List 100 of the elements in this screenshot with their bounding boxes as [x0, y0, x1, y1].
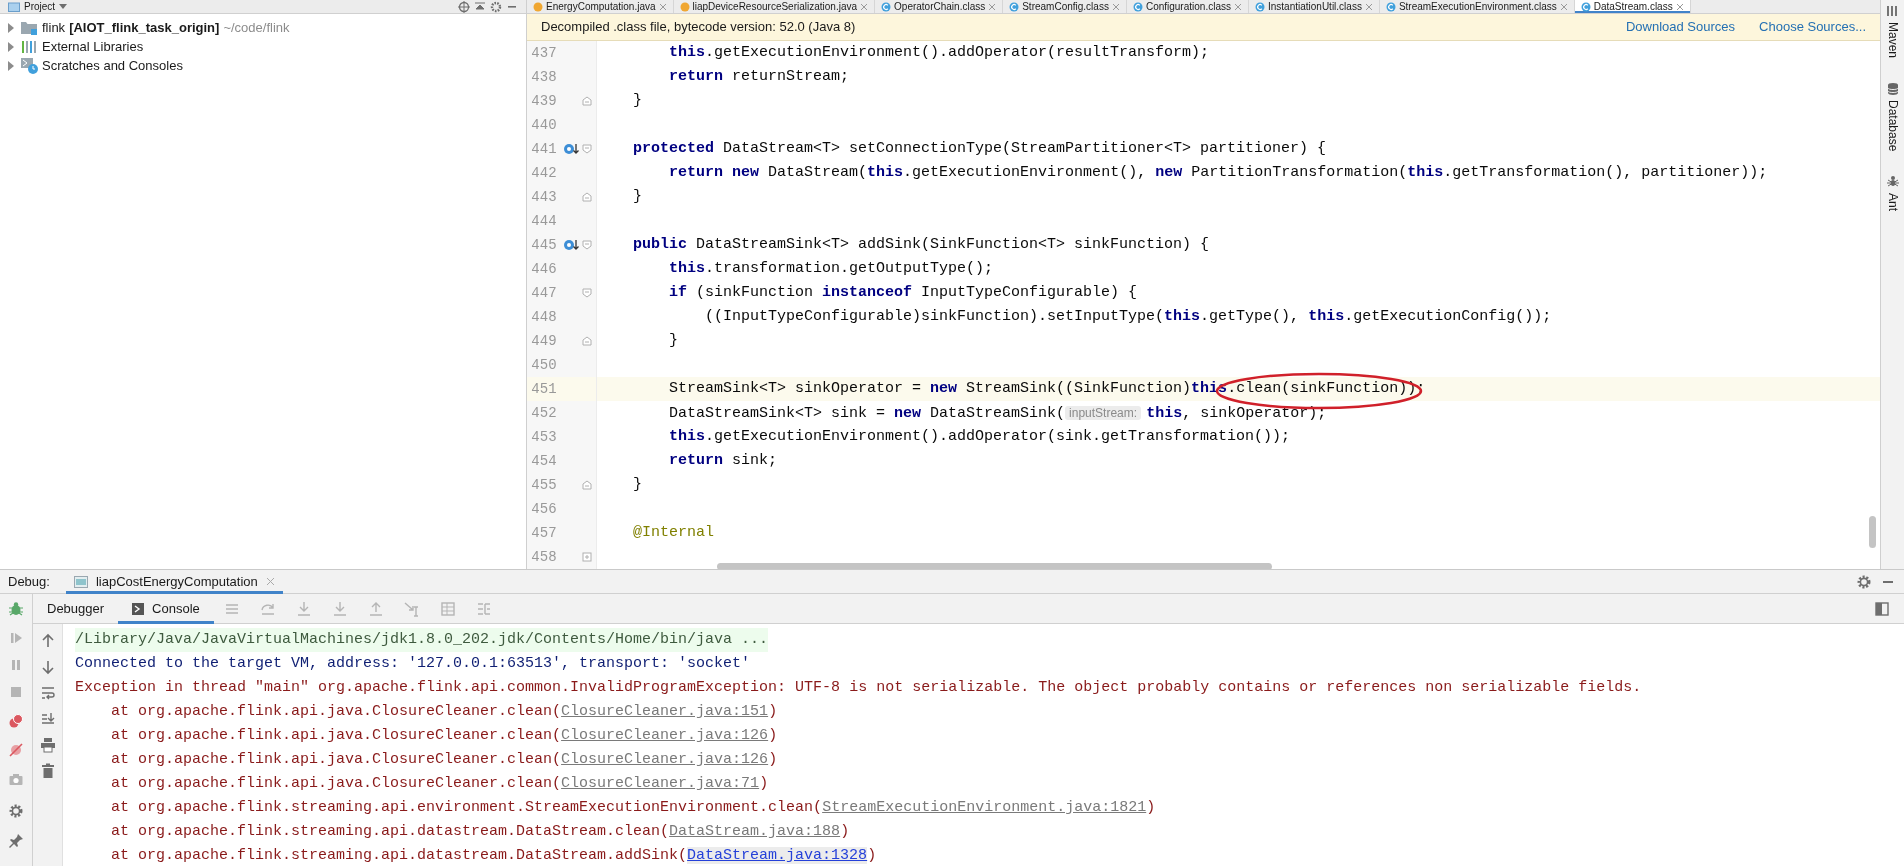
editor-tab[interactable]: StreamExecutionEnvironment.class: [1379, 0, 1575, 13]
line-number: 446: [531, 261, 557, 277]
fold-marker-icon[interactable]: [582, 96, 593, 106]
soft-wrap-icon[interactable]: [39, 685, 56, 701]
fold-marker-icon[interactable]: [582, 240, 593, 250]
line-number: 455: [531, 477, 557, 493]
editor-tab[interactable]: Configuration.class: [1126, 0, 1249, 13]
run-to-cursor-icon[interactable]: [403, 600, 420, 617]
class-file-icon: [1132, 1, 1143, 12]
banner-link[interactable]: Download Sources: [1625, 17, 1736, 37]
close-icon[interactable]: [988, 2, 997, 11]
code-line: ((InputTypeConfigurable)sinkFunction).setInputType(this.getType(), this.getExecutionConfig());: [705, 308, 1552, 325]
settings-icon[interactable]: [490, 0, 502, 13]
source-link[interactable]: ClosureCleaner.java:71: [561, 775, 760, 792]
line-number: 457: [531, 525, 557, 541]
locate-icon[interactable]: [458, 0, 470, 13]
collapse-all-icon[interactable]: [474, 0, 486, 13]
evaluate-icon[interactable]: [439, 600, 456, 617]
folder-icon: [8, 1, 20, 12]
editor-tab[interactable]: EnergyComputation.java: [527, 0, 674, 13]
resume-icon[interactable]: [8, 630, 24, 646]
close-icon[interactable]: [265, 577, 275, 586]
source-link[interactable]: StreamExecutionEnvironment.java:1821: [822, 799, 1147, 816]
source-link[interactable]: ClosureCleaner.java:126: [561, 751, 769, 768]
console-line: at org.apache.flink.api.java.ClosureCleaner.clean(ClosureCleaner.java:71): [110, 775, 769, 792]
tree-item-label[interactable]: flink: [42, 17, 66, 38]
step-out-icon[interactable]: [367, 600, 384, 617]
pin-icon[interactable]: [8, 833, 24, 849]
down-arrow-icon[interactable]: [39, 659, 56, 675]
code-line: this.transformation.getOutputType();: [669, 260, 994, 277]
scroll-to-end-icon[interactable]: [39, 711, 56, 727]
editor-tab[interactable]: InstantiationUtil.class: [1248, 0, 1380, 13]
tool-window-label[interactable]: Ant: [1883, 193, 1902, 212]
settings-icon[interactable]: [1856, 573, 1872, 590]
code-line: if (sinkFunction instanceof InputTypeConfigurable) {: [669, 284, 1138, 301]
trash-icon[interactable]: [39, 763, 56, 779]
fold-marker-icon[interactable]: [582, 336, 593, 346]
print-icon[interactable]: [39, 737, 56, 753]
trace-icon[interactable]: [475, 600, 492, 617]
fold-marker-icon[interactable]: [582, 192, 593, 202]
tool-window-label[interactable]: Maven: [1883, 22, 1902, 59]
scrollbar-thumb[interactable]: [1869, 516, 1876, 548]
expand-caret-icon[interactable]: [6, 22, 16, 33]
close-icon[interactable]: [1111, 2, 1120, 11]
override-marker-icon[interactable]: [563, 238, 580, 252]
override-marker-icon[interactable]: [563, 142, 580, 156]
code-line: }: [633, 188, 642, 205]
dropdown-caret-icon[interactable]: [59, 3, 68, 10]
session-tab[interactable]: liapCostEnergyComputation: [65, 569, 283, 594]
banner-link[interactable]: Choose Sources...: [1759, 17, 1866, 37]
line-number: 449: [531, 333, 557, 349]
editor-tab[interactable]: DataStream.class: [1574, 0, 1691, 13]
scrollbar-thumb[interactable]: [717, 563, 1272, 569]
expand-caret-icon[interactable]: [6, 41, 16, 52]
fold-marker-icon[interactable]: [582, 480, 593, 490]
console-line: at org.apache.flink.streaming.api.datastream.DataStream.addSink(DataStream.java:1328): [110, 847, 877, 864]
code-line: DataStreamSink<T> sink = new DataStreamSink(: [669, 405, 1066, 422]
panel-title: Project: [24, 0, 56, 13]
debug-tab[interactable]: Console: [118, 593, 214, 624]
stop-icon[interactable]: [8, 684, 24, 700]
editor-tab[interactable]: StreamConfig.class: [1003, 0, 1127, 13]
line-number: 456: [531, 501, 557, 517]
mute-breakpoints-icon[interactable]: [8, 742, 24, 758]
code-line: }: [633, 92, 642, 109]
force-step-into-icon[interactable]: [331, 600, 348, 617]
console-icon: [132, 602, 145, 615]
source-link[interactable]: ClosureCleaner.java:126: [561, 727, 769, 744]
fold-marker-icon[interactable]: [582, 288, 593, 298]
breakpoints-icon[interactable]: [8, 713, 24, 729]
tool-window-label[interactable]: Database: [1883, 100, 1902, 152]
editor-tab[interactable]: OperatorChain.class: [875, 0, 1004, 13]
source-link[interactable]: DataStream.java:188: [669, 823, 841, 840]
close-icon[interactable]: [860, 2, 869, 11]
camera-icon[interactable]: [8, 772, 24, 788]
line-number: 444: [531, 213, 557, 229]
close-icon[interactable]: [1364, 2, 1373, 11]
close-icon[interactable]: [1233, 2, 1242, 11]
settings-icon[interactable]: [8, 803, 24, 819]
step-into-icon[interactable]: [295, 600, 312, 617]
tree-item-label[interactable]: Scratches and Consoles: [42, 55, 183, 76]
editor-tab[interactable]: liapDeviceResourceSerialization.java: [673, 0, 876, 13]
bug-icon[interactable]: [8, 601, 24, 617]
code-line: return new DataStream(this.getExecutionEnvironment(), new PartitionTransformation(this.getTransformation(), partitioner));: [669, 164, 1768, 181]
console-line: at org.apache.flink.api.java.ClosureCleaner.clean(ClosureCleaner.java:126): [110, 727, 778, 744]
close-icon[interactable]: [658, 2, 667, 11]
fold-marker-icon[interactable]: [582, 144, 593, 154]
close-icon[interactable]: [1559, 2, 1568, 11]
tree-item-label[interactable]: External Libraries: [42, 36, 144, 57]
fold-marker-icon[interactable]: [582, 552, 593, 562]
close-icon[interactable]: [1675, 2, 1684, 11]
line-number: 454: [531, 453, 557, 469]
source-link[interactable]: ClosureCleaner.java:151: [561, 703, 769, 720]
console-line: at org.apache.flink.streaming.api.environment.StreamExecutionEnvironment.clean(StreamExecutionEnvironment.java:1821): [110, 799, 1156, 816]
debug-tab[interactable]: Debugger: [33, 593, 119, 624]
source-link[interactable]: DataStream.java:1328: [687, 847, 868, 864]
expand-caret-icon[interactable]: [6, 60, 16, 71]
layout-icon[interactable]: [1874, 600, 1890, 617]
code-line: @Internal: [633, 524, 714, 541]
line-number: 440: [531, 117, 557, 133]
code-line: return returnStream;: [669, 68, 850, 85]
